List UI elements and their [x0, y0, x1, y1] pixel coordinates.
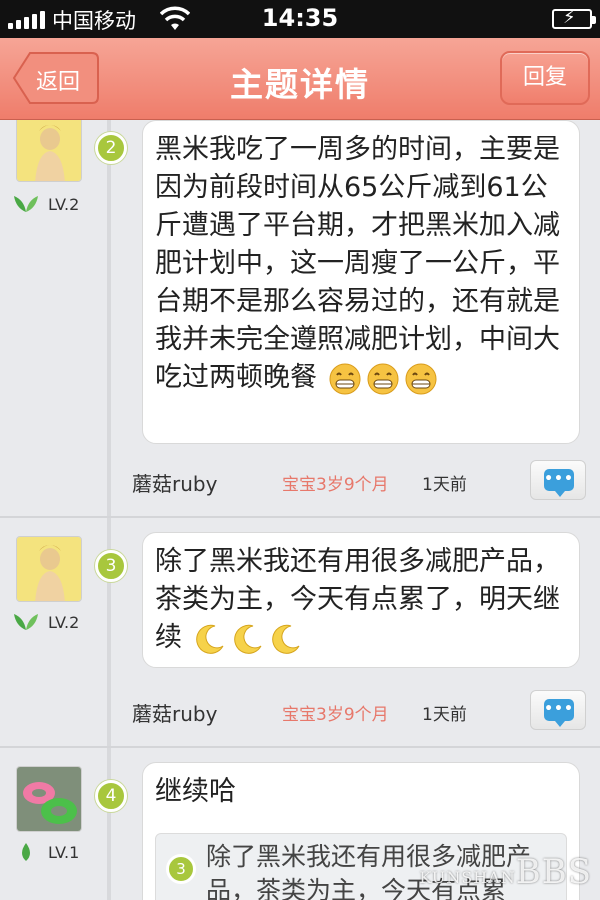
clock: 14:35	[261, 4, 339, 32]
floor-badge: 4	[95, 780, 127, 812]
user-level: LV.1	[12, 842, 79, 862]
moon-emoji-icon	[195, 624, 224, 654]
quote-floor-badge: 3	[166, 854, 196, 884]
username[interactable]: 蘑菇ruby	[132, 468, 217, 497]
avatar[interactable]	[16, 120, 82, 182]
moon-emoji-icon	[233, 624, 262, 654]
post-text: 继续哈	[155, 776, 236, 807]
post-divider	[0, 516, 600, 518]
post-meta: 蘑菇ruby 宝宝3岁9个月 1天前	[132, 698, 592, 728]
status-bar: 中国移动 14:35 ⚡	[0, 0, 600, 38]
level-label: LV.1	[48, 842, 80, 862]
leaf-level-icon	[14, 614, 38, 630]
navigation-bar: 返回 主题详情 回复	[0, 38, 600, 120]
user-level: LV.2	[12, 612, 79, 632]
reply-button[interactable]: 回复	[500, 51, 590, 105]
watermark-big: BBS	[515, 852, 592, 892]
baby-age: 宝宝3岁9个月	[282, 475, 389, 495]
grin-emoji-icon	[329, 363, 361, 394]
level-label: LV.2	[48, 612, 80, 632]
avatar[interactable]	[16, 536, 82, 602]
moon-emoji-icon	[271, 624, 300, 654]
user-avatar-image	[17, 120, 81, 181]
grin-emoji-icon	[367, 363, 399, 394]
post-bubble: 黑米我吃了一周多的时间，主要是因为前段时间从65公斤减到61公斤遭遇了平台期，才…	[142, 120, 580, 444]
speech-bubble-icon: •••	[544, 469, 574, 497]
post-time: 1天前	[422, 705, 467, 725]
floor-badge: 3	[95, 550, 127, 582]
floor-badge: 2	[95, 132, 127, 164]
baby-age: 宝宝3岁9个月	[282, 705, 389, 725]
leaf-level-icon	[22, 843, 30, 861]
post-meta: 蘑菇ruby 宝宝3岁9个月 1天前	[132, 468, 592, 498]
user-avatar-image	[17, 767, 81, 831]
battery-icon: ⚡	[552, 7, 596, 29]
post-bubble: 除了黑米我还有用很多减肥产品，茶类为主，今天有点累了，明天继续	[142, 532, 580, 668]
user-level: LV.2	[12, 194, 79, 214]
watermark-small: KUNSHAN	[419, 868, 516, 887]
site-watermark: KUNSHANBBS	[419, 852, 592, 892]
comment-button[interactable]: •••	[530, 460, 586, 500]
post-time: 1天前	[422, 475, 467, 495]
post-divider	[0, 746, 600, 748]
speech-bubble-icon: •••	[544, 699, 574, 727]
thread-content[interactable]: LV.2 2 黑米我吃了一周多的时间，主要是因为前段时间从65公斤减到61公斤遭…	[0, 120, 600, 900]
level-label: LV.2	[48, 194, 80, 214]
post-text: 黑米我吃了一周多的时间，主要是因为前段时间从65公斤减到61公斤遭遇了平台期，才…	[155, 134, 560, 393]
avatar[interactable]	[16, 766, 82, 832]
grin-emoji-icon	[405, 363, 437, 394]
user-avatar-image	[17, 537, 81, 601]
leaf-level-icon	[14, 196, 38, 212]
username[interactable]: 蘑菇ruby	[132, 698, 217, 727]
comment-button[interactable]: •••	[530, 690, 586, 730]
